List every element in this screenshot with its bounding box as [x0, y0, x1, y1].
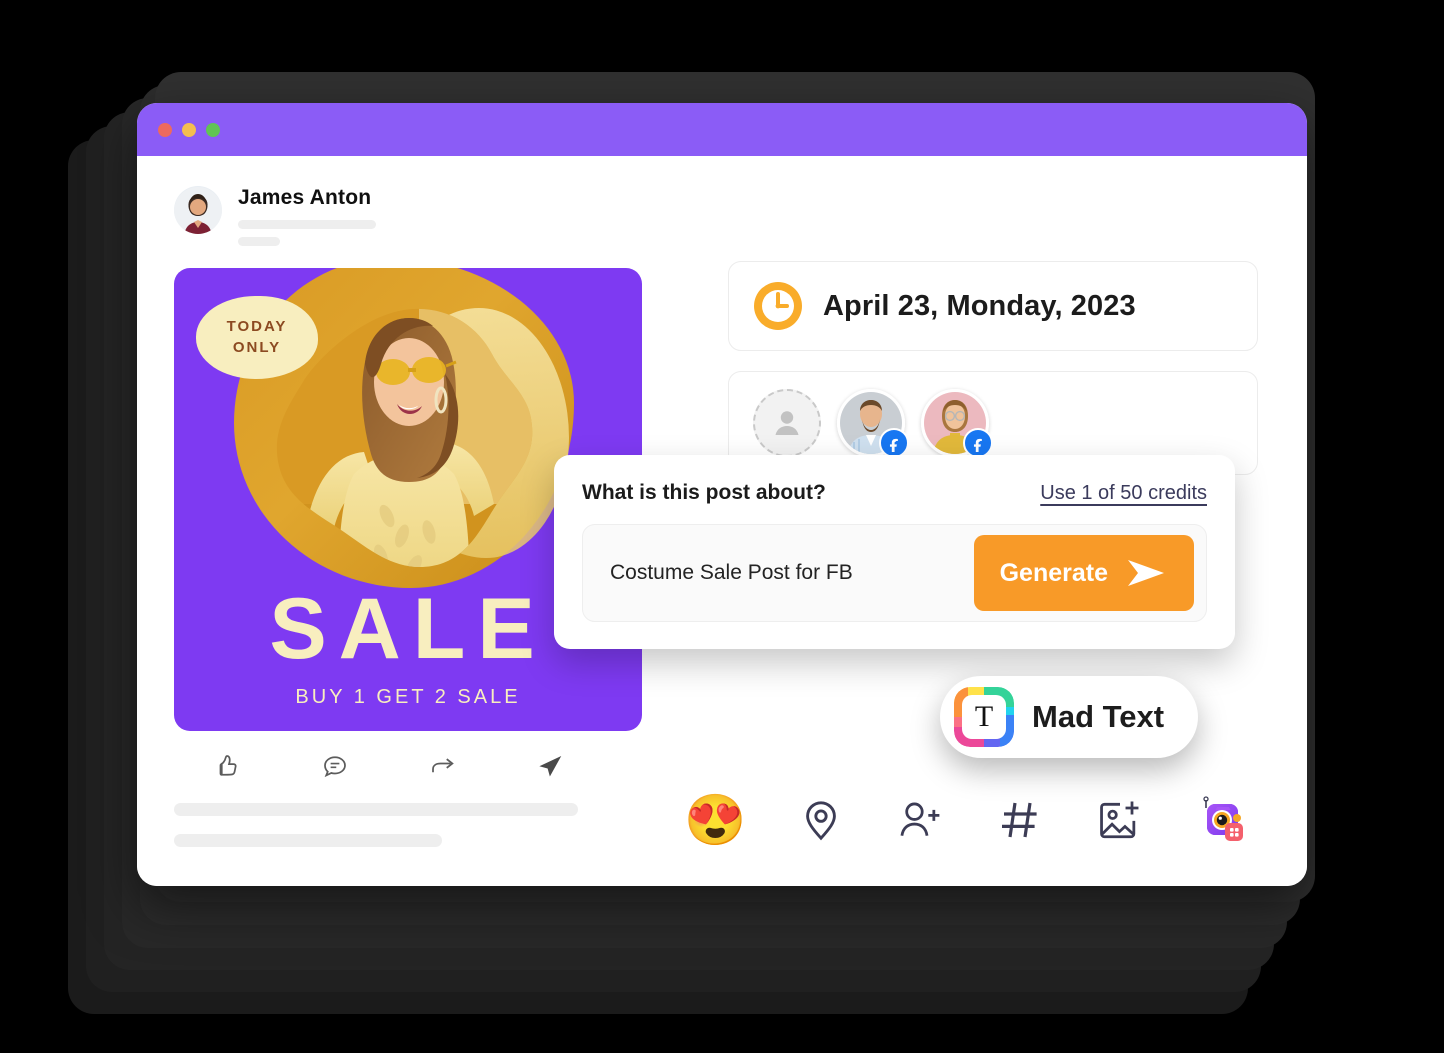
caption-skeleton-2: [174, 834, 442, 848]
mad-text-label: Mad Text: [1032, 699, 1165, 734]
poster-subline: BUY 1 GET 2 SALE: [295, 686, 521, 709]
close-button[interactable]: [158, 122, 172, 137]
prompt-input[interactable]: Costume Sale Post for FB: [610, 561, 853, 585]
today-only-line-1: TODAY: [226, 318, 288, 336]
location-pin-icon[interactable]: [798, 797, 844, 843]
thumbs-up-icon[interactable]: [213, 751, 243, 781]
screenshot-stage: James Anton TODAY ONLY SALE BUY 1 GET 2 …: [0, 0, 1444, 1053]
credits-link[interactable]: Use 1 of 50 credits: [1040, 482, 1207, 505]
post-author-name: James Anton: [238, 186, 372, 209]
prompt-card: What is this post about? Use 1 of 50 cre…: [554, 455, 1235, 649]
comment-icon[interactable]: [320, 751, 350, 781]
prompt-question: What is this post about?: [582, 481, 826, 504]
add-image-icon[interactable]: [1096, 796, 1144, 844]
play-arrow-icon: [1128, 560, 1164, 586]
post-caption-skeletons: [174, 803, 642, 848]
user-photo-avatar-icon: [174, 186, 222, 234]
clock-icon: [754, 282, 802, 330]
prompt-input-row[interactable]: Costume Sale Post for FB Generate: [582, 524, 1207, 622]
hashtag-icon[interactable]: [996, 796, 1044, 844]
post-action-bar: [174, 751, 604, 781]
heart-eyes-emoji-icon[interactable]: 😍: [684, 795, 746, 845]
generate-button[interactable]: Generate: [973, 535, 1194, 611]
post-header: James Anton: [174, 186, 642, 247]
window-titlebar: [137, 103, 1307, 156]
author-meta-skeleton-2: [238, 237, 280, 247]
author-meta-skeleton-1: [238, 220, 376, 230]
account-avatar-woman[interactable]: [921, 389, 993, 458]
camera-app-icon[interactable]: [1196, 794, 1248, 846]
mad-text-app-icon: T: [954, 687, 1014, 747]
avatar: [174, 186, 222, 234]
schedule-date-field[interactable]: April 23, Monday, 2023: [728, 261, 1258, 351]
post-author-block: James Anton: [238, 186, 376, 247]
account-avatar-man[interactable]: [837, 389, 909, 458]
add-person-icon[interactable]: [896, 796, 944, 844]
composer-toolbar: 😍: [642, 794, 1307, 846]
facebook-badge-icon: [879, 428, 909, 458]
generate-label: Generate: [999, 558, 1108, 587]
person-placeholder-icon: [753, 389, 821, 457]
facebook-badge-icon: [963, 428, 993, 458]
send-icon[interactable]: [535, 751, 565, 781]
maximize-button[interactable]: [206, 122, 220, 137]
minimize-button[interactable]: [182, 122, 196, 137]
prompt-card-header: What is this post about? Use 1 of 50 cre…: [582, 481, 1207, 505]
account-add-slot[interactable]: [753, 389, 821, 457]
today-only-line-2: ONLY: [232, 338, 282, 356]
share-arrow-icon[interactable]: [428, 751, 458, 781]
today-only-badge: TODAY ONLY: [196, 296, 318, 380]
schedule-date-text: April 23, Monday, 2023: [823, 289, 1136, 322]
mad-text-badge[interactable]: T Mad Text: [940, 676, 1199, 758]
caption-skeleton-1: [174, 803, 578, 817]
mad-text-icon-letter: T: [962, 695, 1006, 739]
